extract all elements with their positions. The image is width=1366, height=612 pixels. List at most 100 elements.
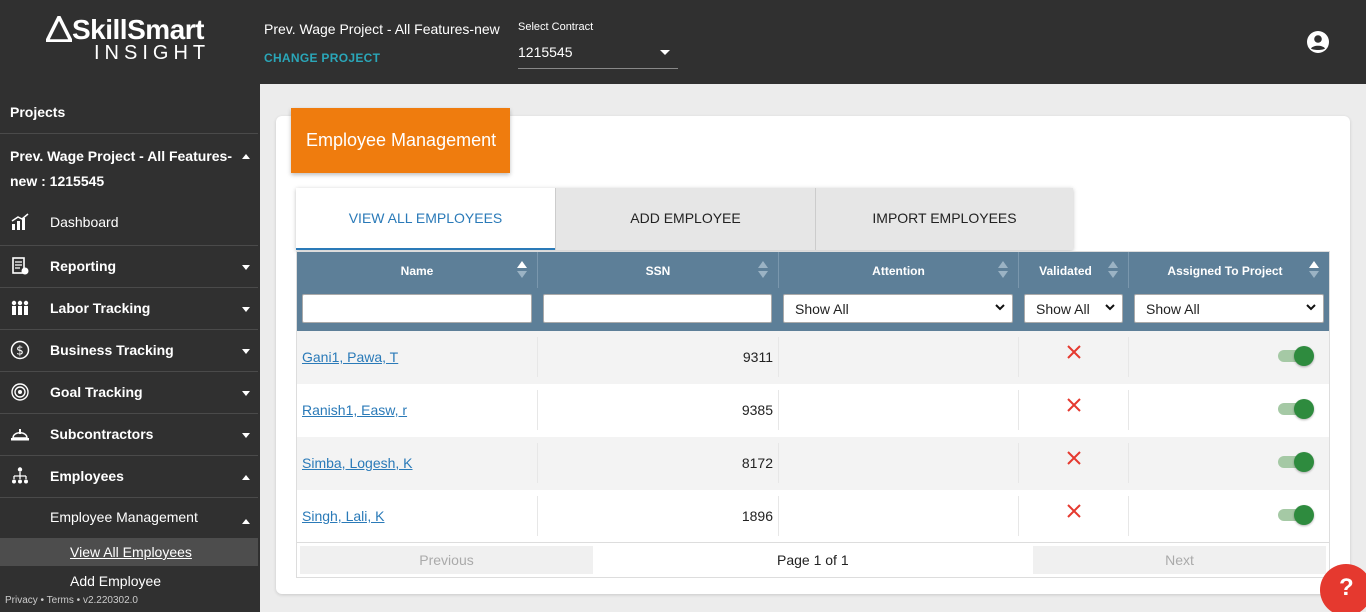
help-button[interactable]: ? <box>1320 564 1366 612</box>
dollar-icon: $ <box>10 340 30 360</box>
chevron-down-icon <box>242 307 250 312</box>
chevron-down-icon <box>995 304 1005 311</box>
contract-select[interactable]: 1215545 <box>518 38 678 69</box>
chevron-down-icon <box>1306 304 1316 311</box>
hardhat-icon <box>11 429 29 441</box>
sidebar-item-labor-tracking[interactable]: Labor Tracking <box>0 287 258 329</box>
not-validated-x-icon <box>1067 398 1081 412</box>
page-info: Page 1 of 1 <box>777 552 849 568</box>
sidebar-item-goal-tracking[interactable]: Goal Tracking <box>0 371 258 413</box>
logo-sub-text: INSIGHT <box>94 42 211 64</box>
sort-icon <box>1108 261 1118 279</box>
chevron-up-icon[interactable] <box>242 519 250 524</box>
sidebar-link-add-employee[interactable]: Add Employee <box>70 573 161 589</box>
sidebar-employee-management[interactable]: Employee Management <box>50 509 198 525</box>
validated-filter-value: Show All <box>1036 301 1090 317</box>
chevron-down-icon <box>242 349 250 354</box>
column-header-label: Attention <box>872 264 925 278</box>
chevron-down-icon <box>242 433 250 438</box>
change-project-link[interactable]: CHANGE PROJECT <box>264 51 380 65</box>
assigned-toggle[interactable] <box>1278 397 1316 419</box>
chevron-down-icon <box>242 265 250 270</box>
org-chart-icon <box>12 467 28 484</box>
contract-value: 1215545 <box>518 44 573 60</box>
ssn-filter-input[interactable] <box>543 294 772 323</box>
page-title: Employee Management <box>291 108 510 173</box>
sort-icon <box>998 261 1008 279</box>
sidebar-item-business-tracking[interactable]: $ Business Tracking <box>0 329 258 371</box>
column-header-validated[interactable]: Validated <box>1019 252 1129 288</box>
assigned-filter-select[interactable]: Show All <box>1134 294 1324 323</box>
sidebar-item-reporting[interactable]: Reporting <box>0 245 258 287</box>
not-validated-x-icon <box>1067 345 1081 359</box>
sidebar-footer[interactable]: Privacy • Terms • v2.220302.0 <box>5 595 138 606</box>
tab-view-all-employees[interactable]: VIEW ALL EMPLOYEES <box>296 188 555 250</box>
column-header-assigned-to-project[interactable]: Assigned To Project <box>1129 252 1329 288</box>
contract-label: Select Contract <box>518 21 594 33</box>
previous-page-button[interactable]: Previous <box>300 546 593 574</box>
name-filter-input[interactable] <box>302 294 532 323</box>
chevron-down-icon <box>1105 304 1115 311</box>
sort-icon <box>758 261 768 279</box>
logo-triangle-icon <box>46 16 72 42</box>
target-icon <box>11 383 29 401</box>
user-account-icon[interactable] <box>1306 30 1330 54</box>
workers-icon <box>11 300 29 315</box>
not-validated-x-icon <box>1067 504 1081 518</box>
top-header: SkillSmart INSIGHT Prev. Wage Project - … <box>0 0 1366 84</box>
page-title-text: Employee Management <box>306 130 497 150</box>
assigned-toggle[interactable] <box>1278 503 1316 525</box>
attention-filter-select[interactable]: Show All <box>783 294 1013 323</box>
column-header-label: Validated <box>1039 264 1092 278</box>
sidebar-item-label: Business Tracking <box>50 342 174 358</box>
chevron-up-icon[interactable] <box>242 154 250 159</box>
chevron-down-icon <box>242 391 250 396</box>
table-row: Singh, Lali, K 1896 <box>297 490 1329 543</box>
sidebar-project-title[interactable]: Prev. Wage Project - All Features-new : … <box>10 144 240 194</box>
sidebar-item-employees[interactable]: Employees <box>0 455 258 497</box>
employees-grid: Name SSN Attention Validated Assigned To… <box>296 251 1330 578</box>
column-header-ssn[interactable]: SSN <box>538 252 779 288</box>
sidebar-item-label: Dashboard <box>50 214 119 230</box>
employee-name-link[interactable]: Gani1, Pawa, T <box>302 349 398 365</box>
employee-name-link[interactable]: Simba, Logesh, K <box>302 455 413 471</box>
sidebar-item-label: Labor Tracking <box>50 300 151 316</box>
divider <box>0 497 258 498</box>
divider <box>0 133 258 134</box>
sidebar-link-view-all-employees[interactable]: View All Employees <box>70 544 192 560</box>
validated-filter-select[interactable]: Show All <box>1024 294 1123 323</box>
sort-icon <box>517 261 527 279</box>
sidebar: Projects Prev. Wage Project - All Featur… <box>0 84 260 612</box>
chevron-down-icon <box>660 50 670 55</box>
help-question-icon: ? <box>1339 574 1354 601</box>
current-project-name: Prev. Wage Project - All Features-new <box>264 21 500 37</box>
tab-bar: VIEW ALL EMPLOYEES ADD EMPLOYEE IMPORT E… <box>296 188 1073 250</box>
column-header-name[interactable]: Name <box>297 252 538 288</box>
sidebar-item-label: Subcontractors <box>50 426 154 442</box>
sidebar-item-label: Goal Tracking <box>50 384 143 400</box>
column-header-attention[interactable]: Attention <box>779 252 1019 288</box>
sidebar-projects-heading: Projects <box>10 104 66 120</box>
tab-import-employees[interactable]: IMPORT EMPLOYEES <box>815 188 1073 250</box>
sidebar-item-subcontractors[interactable]: Subcontractors <box>0 413 258 455</box>
table-row: Simba, Logesh, K 8172 <box>297 437 1329 490</box>
pagination: Previous Page 1 of 1 Next <box>297 542 1329 577</box>
sidebar-item-dashboard[interactable]: Dashboard <box>0 201 258 243</box>
column-header-label: Assigned To Project <box>1167 264 1283 278</box>
employee-ssn: 9385 <box>741 402 773 418</box>
employee-ssn: 8172 <box>741 455 773 471</box>
sidebar-item-label: Reporting <box>50 258 117 274</box>
tab-add-employee[interactable]: ADD EMPLOYEE <box>555 188 815 250</box>
report-icon <box>12 257 29 275</box>
table-row: Ranish1, Easw, r 9385 <box>297 384 1329 437</box>
employee-name-link[interactable]: Ranish1, Easw, r <box>302 402 407 418</box>
employee-name-link[interactable]: Singh, Lali, K <box>302 508 385 524</box>
assigned-filter-value: Show All <box>1146 301 1200 317</box>
chart-icon <box>11 213 29 230</box>
assigned-toggle[interactable] <box>1278 450 1316 472</box>
skillsmart-logo[interactable]: SkillSmart INSIGHT <box>44 12 224 68</box>
next-page-button[interactable]: Next <box>1033 546 1326 574</box>
column-header-label: SSN <box>645 264 671 278</box>
assigned-toggle[interactable] <box>1278 344 1316 366</box>
svg-text:$: $ <box>16 344 24 358</box>
